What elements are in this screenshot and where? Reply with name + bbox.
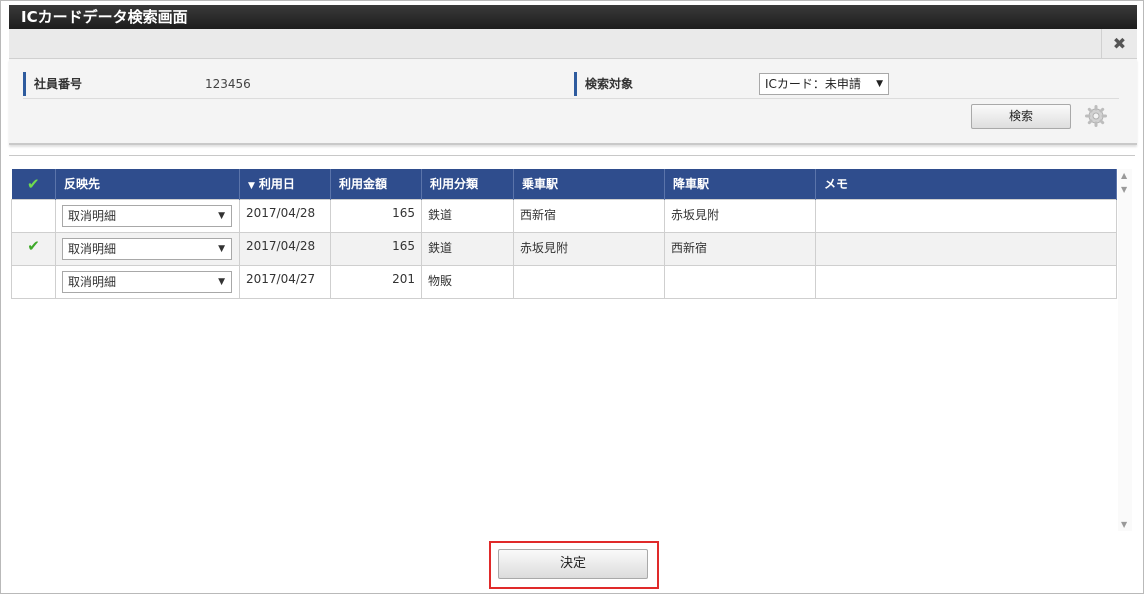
row-destination-cell: 取消明細 ▼: [55, 264, 240, 299]
employee-number-label: 社員番号: [23, 72, 82, 96]
scroll-up-icon[interactable]: ▲: [1121, 171, 1127, 180]
dropdown-arrow-icon: ▼: [218, 210, 225, 221]
table-row[interactable]: 取消明細 ▼ 2017/04/27 201 物販: [11, 264, 1117, 299]
search-target-label: 検索対象: [574, 72, 633, 96]
table-row[interactable]: ✔ 取消明細 ▼ 2017/04/28 165 鉄道 赤坂見附 西新宿: [11, 231, 1117, 266]
destination-select-value: 取消明細: [68, 274, 117, 289]
search-button[interactable]: 検索: [971, 104, 1071, 129]
row-alighting-station: 西新宿: [664, 231, 816, 266]
close-icon[interactable]: ✖: [1101, 29, 1137, 59]
row-category: 物販: [421, 264, 514, 299]
search-target-value: ICカード：未申請: [765, 77, 861, 91]
results-grid: ✔ 反映先 ▼ 利用日 利用金額 利用分類 乗車駅 降車駅 メモ 取消明細 ▼ …: [11, 169, 1117, 299]
row-category: 鉄道: [421, 231, 514, 266]
scroll-down-small-icon[interactable]: ▼: [1121, 185, 1127, 194]
destination-select[interactable]: 取消明細 ▼: [62, 237, 232, 260]
search-row: 社員番号 123456 検索対象 ICカード：未申請 ▼: [23, 69, 1119, 99]
decide-button[interactable]: 決定: [498, 549, 648, 579]
dropdown-arrow-icon: ▼: [218, 276, 225, 287]
search-panel: 社員番号 123456 検索対象 ICカード：未申請 ▼ 検索: [9, 59, 1137, 145]
scroll-down-icon[interactable]: ▼: [1121, 520, 1127, 529]
row-amount: 165: [330, 198, 422, 233]
destination-select-value: 取消明細: [68, 208, 117, 223]
window-title: ICカードデータ検索画面: [9, 5, 1137, 29]
row-date: 2017/04/28: [239, 231, 331, 266]
row-amount: 201: [330, 264, 422, 299]
column-header-date[interactable]: ▼ 利用日: [239, 169, 331, 199]
row-amount: 165: [330, 231, 422, 266]
destination-select[interactable]: 取消明細 ▼: [62, 270, 232, 293]
row-category: 鉄道: [421, 198, 514, 233]
row-memo: [815, 264, 1117, 299]
row-memo: [815, 231, 1117, 266]
row-boarding-station: [513, 264, 665, 299]
table-header-row: ✔ 反映先 ▼ 利用日 利用金額 利用分類 乗車駅 降車駅 メモ: [11, 169, 1117, 199]
table-row[interactable]: 取消明細 ▼ 2017/04/28 165 鉄道 西新宿 赤坂見附: [11, 198, 1117, 233]
destination-select[interactable]: 取消明細 ▼: [62, 204, 232, 227]
row-alighting-station: [664, 264, 816, 299]
row-boarding-station: 西新宿: [513, 198, 665, 233]
column-header-memo[interactable]: メモ: [815, 169, 1117, 199]
dialog-window: ICカードデータ検索画面 ✖ 社員番号 123456 検索対象 ICカード：未申…: [0, 0, 1144, 594]
column-header-alighting-station[interactable]: 降車駅: [664, 169, 816, 199]
dropdown-arrow-icon: ▼: [876, 79, 883, 89]
dialog-toolbar: ✖: [9, 29, 1137, 59]
gear-icon[interactable]: [1085, 105, 1107, 127]
row-check-icon[interactable]: ✔: [11, 231, 56, 266]
row-boarding-station: 赤坂見附: [513, 231, 665, 266]
column-header-date-label: 利用日: [258, 177, 295, 192]
row-check-icon[interactable]: [11, 198, 56, 233]
destination-select-value: 取消明細: [68, 241, 117, 256]
column-header-category[interactable]: 利用分類: [421, 169, 514, 199]
column-header-amount[interactable]: 利用金額: [330, 169, 422, 199]
column-header-destination[interactable]: 反映先: [55, 169, 240, 199]
search-target-select[interactable]: ICカード：未申請 ▼: [759, 73, 889, 95]
column-header-boarding-station[interactable]: 乗車駅: [513, 169, 665, 199]
row-date: 2017/04/28: [239, 198, 331, 233]
vertical-scrollbar[interactable]: ▲ ▼ ▼: [1118, 169, 1132, 531]
row-date: 2017/04/27: [239, 264, 331, 299]
row-memo: [815, 198, 1117, 233]
row-alighting-station: 赤坂見附: [664, 198, 816, 233]
employee-number-value: 123456: [205, 77, 251, 91]
select-all-check-icon[interactable]: ✔: [11, 169, 56, 199]
row-check-icon[interactable]: [11, 264, 56, 299]
row-destination-cell: 取消明細 ▼: [55, 231, 240, 266]
dropdown-arrow-icon: ▼: [218, 243, 225, 254]
sort-desc-icon: ▼: [248, 181, 255, 192]
results-table: ✔ 反映先 ▼ 利用日 利用金額 利用分類 乗車駅 降車駅 メモ 取消明細 ▼ …: [11, 169, 1117, 299]
row-destination-cell: 取消明細 ▼: [55, 198, 240, 233]
section-divider: [9, 155, 1135, 156]
